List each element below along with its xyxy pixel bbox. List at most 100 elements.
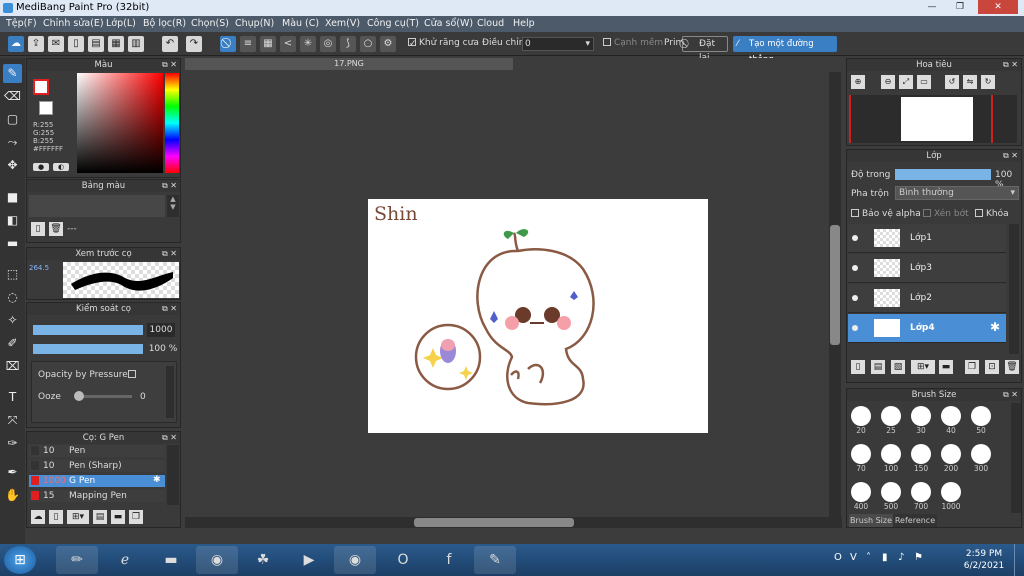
saturation-value-picker[interactable] bbox=[77, 73, 163, 173]
zoom-in-icon[interactable]: ⊕ bbox=[851, 75, 865, 89]
brush-size-500[interactable]: 500 bbox=[876, 482, 906, 512]
layer-row[interactable]: Lớp1 bbox=[848, 224, 1006, 253]
brush-size-50[interactable]: 50 bbox=[966, 406, 996, 436]
palette-area[interactable] bbox=[29, 195, 165, 217]
parallel-snap-icon[interactable]: ≡ bbox=[240, 36, 256, 52]
merge-layer-icon[interactable]: ⊡ bbox=[985, 360, 999, 374]
panel-close-icon[interactable]: ⧉ ✕ bbox=[162, 432, 177, 444]
gradient-tool-icon[interactable]: ▬ bbox=[3, 234, 22, 253]
brush-item[interactable]: 10 Pen bbox=[29, 445, 165, 457]
taskbar-medibang-icon[interactable]: ✎ bbox=[474, 546, 516, 574]
restore-button[interactable]: ❐ bbox=[948, 0, 972, 14]
divide-tool-icon[interactable]: ⤧ bbox=[3, 411, 22, 430]
menu-grid-icon[interactable]: ▥ bbox=[128, 36, 144, 52]
taskbar-media-icon[interactable]: ▶ bbox=[288, 546, 330, 574]
taskbar-chrome2-icon[interactable]: ◉ bbox=[334, 546, 376, 574]
folder-icon[interactable]: ▬ bbox=[939, 360, 953, 374]
brush-size-400[interactable]: 400 bbox=[846, 482, 876, 512]
taskbar-paint-icon[interactable]: ✏ bbox=[56, 546, 98, 574]
taskbar-chrome-icon[interactable]: ◉ bbox=[196, 546, 238, 574]
select-pen-icon[interactable]: ✐ bbox=[3, 334, 22, 353]
new-bitmap-layer-icon[interactable]: ▧ bbox=[891, 360, 905, 374]
lasso-brush-icon[interactable]: ⤳ bbox=[3, 133, 22, 152]
delete-layer-icon[interactable]: 🗑 bbox=[1005, 360, 1019, 374]
lock-toggle[interactable]: Khóa bbox=[975, 209, 1009, 219]
swap-colors-icon[interactable]: ● bbox=[33, 163, 49, 171]
lasso-tool-icon[interactable]: ◌ bbox=[3, 288, 22, 307]
hand-pen-icon[interactable]: ✒ bbox=[3, 463, 22, 482]
fit-view-icon[interactable]: ⤢ bbox=[899, 75, 913, 89]
visibility-icon[interactable] bbox=[852, 295, 858, 301]
magic-wand-icon[interactable]: ✧ bbox=[3, 311, 22, 330]
start-button[interactable]: ⊞ bbox=[4, 546, 36, 574]
new-file-icon[interactable]: ▯ bbox=[68, 36, 84, 52]
taskbar-app-icon[interactable]: ☘ bbox=[242, 546, 284, 574]
redo-icon[interactable]: ↷ bbox=[186, 36, 202, 52]
brush-item[interactable]: 15 Mapping Pen bbox=[29, 490, 165, 502]
flip-icon[interactable]: ⇋ bbox=[963, 75, 977, 89]
panel-close-icon[interactable]: ⧉ ✕ bbox=[162, 303, 177, 315]
grid-icon[interactable]: ▦ bbox=[108, 36, 124, 52]
antivirus-tray-icon[interactable]: V bbox=[850, 552, 857, 563]
menu-cloud[interactable]: Cloud bbox=[477, 18, 504, 29]
brush-tool-icon[interactable]: ✎ bbox=[3, 64, 22, 83]
cloud-brush-icon[interactable]: ☁ bbox=[31, 510, 45, 524]
brush-size-20[interactable]: 20 bbox=[846, 406, 876, 436]
visibility-icon[interactable] bbox=[852, 325, 858, 331]
taskbar-facebook-icon[interactable]: f bbox=[428, 546, 470, 574]
select-eraser-icon[interactable]: ⌧ bbox=[3, 357, 22, 376]
menu-file[interactable]: Tệp(F) bbox=[6, 18, 37, 29]
soft-edge-toggle[interactable]: Cạnh mềm bbox=[603, 38, 663, 48]
visibility-icon[interactable] bbox=[852, 265, 858, 271]
new-halftone-layer-icon[interactable]: ▤ bbox=[871, 360, 885, 374]
horizontal-scroll-thumb[interactable] bbox=[414, 518, 574, 527]
visibility-icon[interactable] bbox=[852, 235, 858, 241]
panel-close-icon[interactable]: ⧉ ✕ bbox=[162, 59, 177, 71]
rotate-left-icon[interactable]: ↺ bbox=[945, 75, 959, 89]
show-desktop-button[interactable] bbox=[1014, 544, 1024, 576]
brush-size-70[interactable]: 70 bbox=[846, 444, 876, 474]
circle-snap-icon[interactable]: ◎ bbox=[320, 36, 336, 52]
reset-button[interactable]: ⃠Đặt lại bbox=[682, 36, 728, 63]
panel-close-icon[interactable]: ⧉ ✕ bbox=[1003, 59, 1018, 71]
brush-size-700[interactable]: 700 bbox=[906, 482, 936, 512]
undo-icon[interactable]: ↶ bbox=[162, 36, 178, 52]
menu-view[interactable]: Xem(V) bbox=[325, 18, 360, 29]
radial-snap-icon[interactable]: ✳ bbox=[300, 36, 316, 52]
brush-size-slider[interactable] bbox=[33, 325, 143, 335]
opacity-pressure-checkbox[interactable] bbox=[128, 370, 136, 378]
chevron-up-icon[interactable]: ˄ bbox=[866, 552, 871, 563]
close-button[interactable]: ✕ bbox=[978, 0, 1018, 14]
save-icon[interactable]: ▤ bbox=[88, 36, 104, 52]
menu-help[interactable]: Help bbox=[513, 18, 535, 29]
background-swatch[interactable] bbox=[39, 101, 53, 115]
brush-size-40[interactable]: 40 bbox=[936, 406, 966, 436]
bucket-tool-icon[interactable]: ◧ bbox=[3, 211, 22, 230]
flag-icon[interactable]: ⚑ bbox=[914, 552, 923, 563]
brush-size-scrollbar[interactable] bbox=[1011, 403, 1021, 513]
brush-item-selected[interactable]: 1000 G Pen ✱ bbox=[29, 475, 165, 487]
soft-edge-checkbox[interactable] bbox=[603, 38, 611, 46]
panel-close-icon[interactable]: ⧉ ✕ bbox=[162, 248, 177, 260]
menu-color[interactable]: Màu (C) bbox=[282, 18, 319, 29]
cross-snap-icon[interactable]: ▦ bbox=[260, 36, 276, 52]
curve-snap-icon[interactable]: ⟆ bbox=[340, 36, 356, 52]
brush-size-30[interactable]: 30 bbox=[906, 406, 936, 436]
foreground-swatch[interactable] bbox=[33, 79, 49, 95]
menu-select[interactable]: Chọn(S) bbox=[191, 18, 229, 29]
new-brush-icon[interactable]: ▯ bbox=[49, 510, 63, 524]
rotate-right-icon[interactable]: ↻ bbox=[981, 75, 995, 89]
brushes-scrollbar[interactable] bbox=[167, 445, 179, 505]
menu-snap[interactable]: Chụp(N) bbox=[235, 18, 274, 29]
clip-checkbox[interactable] bbox=[923, 209, 931, 217]
straight-line-button[interactable]: ⁄Tạo một đường thẳng bbox=[733, 36, 837, 65]
delete-palette-icon[interactable]: 🗑 bbox=[49, 222, 63, 236]
layer-row-selected[interactable]: Lớp4 ✱ bbox=[848, 314, 1006, 343]
new-palette-icon[interactable]: ▯ bbox=[31, 222, 45, 236]
layer-row[interactable]: Lớp2 bbox=[848, 284, 1006, 313]
folder-icon[interactable]: ▬ bbox=[111, 510, 125, 524]
brush-size-150[interactable]: 150 bbox=[906, 444, 936, 474]
brush-settings-icon[interactable]: ▤ bbox=[93, 510, 107, 524]
tab-reference[interactable]: Reference bbox=[893, 514, 937, 527]
taskbar-opera-icon[interactable]: O bbox=[382, 546, 424, 574]
